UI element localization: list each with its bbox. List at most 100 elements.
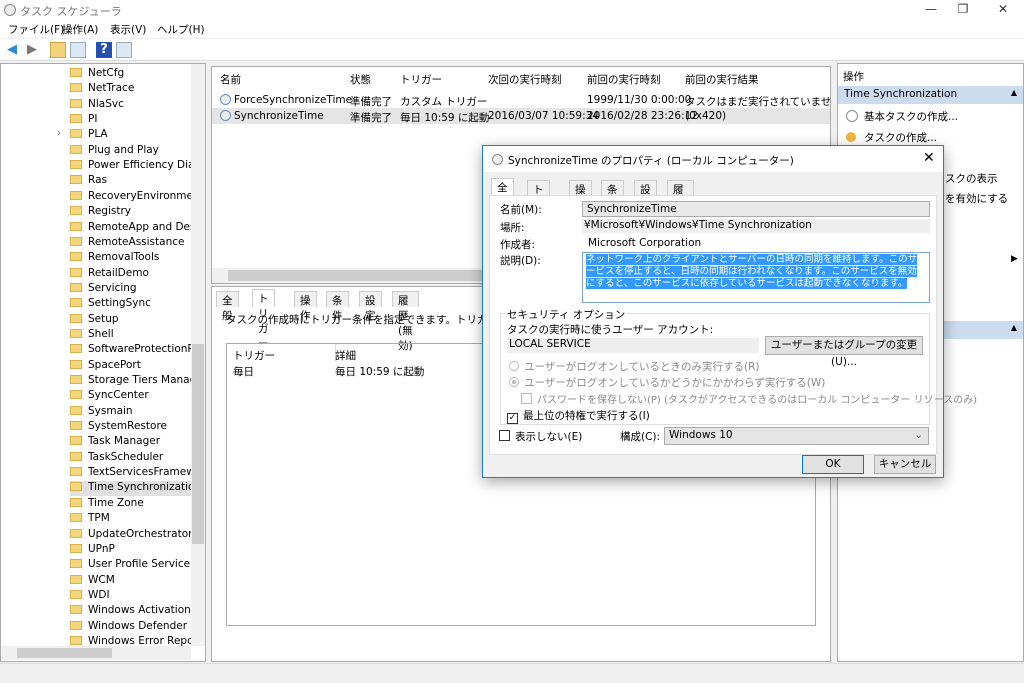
menu-view[interactable]: 表示(V) [110, 22, 146, 37]
action-show-tasks[interactable]: スクの表示 [945, 171, 998, 186]
task-icon [220, 94, 231, 105]
radio-run-whether-logged-on[interactable]: ユーザーがログオンしているかどうかにかかわらず実行する(W) [509, 375, 825, 390]
tree-item[interactable]: RetailDemo [70, 267, 192, 282]
column-header[interactable]: トリガー [400, 72, 442, 87]
tree-horizontal-scrollbar[interactable] [1, 646, 191, 660]
tab-5[interactable]: 履歴 (無効) [392, 291, 419, 352]
tree-item[interactable]: UpdateOrchestrator [70, 528, 192, 543]
submenu-arrow-icon[interactable]: ▶ [1011, 254, 1018, 264]
trigger-row-detail[interactable]: 毎日 10:59 に起動 [335, 364, 424, 379]
tree-item[interactable]: Ras [70, 174, 192, 189]
tab-0[interactable]: 全般 [491, 178, 514, 209]
tab-2[interactable]: 操作 [569, 180, 592, 211]
task-row[interactable]: SynchronizeTime 準備完了 毎日 10:59 に起動 2016/03/0… [212, 108, 830, 124]
checkbox-hidden[interactable]: 表示しない(E) [499, 429, 582, 444]
close-button[interactable]: ✕ [988, 2, 1018, 16]
tree-item[interactable]: Servicing [70, 282, 192, 297]
name-field[interactable]: SynchronizeTime [582, 201, 930, 217]
tree-item[interactable]: Time Synchronization [70, 481, 192, 497]
checkbox-no-password[interactable]: パスワードを保存しない(P) (タスクがアクセスできるのはローカル コンピュータ… [521, 391, 977, 406]
tree-item[interactable]: TPM [70, 512, 192, 527]
tree-item[interactable]: RemoteAssistance [70, 236, 192, 251]
maximize-button[interactable]: ❐ [948, 2, 978, 16]
collapse-icon[interactable]: ▲ [1011, 88, 1017, 97]
change-user-button[interactable]: ユーザーまたはグループの変更(U)... [765, 336, 923, 368]
tab-5[interactable]: 履歴 (無効) [667, 180, 694, 241]
tree-item[interactable]: NlaSvc [70, 98, 192, 113]
config-select[interactable]: Windows 10 ⌄ [664, 427, 929, 445]
menu-help[interactable]: ヘルプ(H) [157, 22, 205, 37]
tree-item[interactable]: RecoveryEnvironment [70, 190, 192, 205]
tree-item[interactable]: PLA [70, 128, 192, 143]
tree-item[interactable]: Setup [70, 313, 192, 328]
tree-item[interactable]: SettingSync [70, 297, 192, 312]
tab-3[interactable]: 条件 [601, 180, 624, 211]
tree-vertical-scrollbar[interactable] [191, 64, 205, 646]
ok-button[interactable]: OK [802, 455, 864, 474]
tree-item[interactable]: SystemRestore [70, 420, 192, 435]
tree-item[interactable]: Registry [70, 205, 192, 220]
help-icon[interactable]: ? [96, 42, 112, 58]
tab-1[interactable]: トリガー [252, 289, 275, 350]
tab-4[interactable]: 設定 [359, 291, 382, 322]
action-create-basic-task[interactable]: 基本タスクの作成... [864, 109, 958, 124]
tree-item[interactable]: Shell [70, 328, 192, 343]
show-hide-action-pane-icon[interactable] [116, 42, 132, 58]
tree-item[interactable]: WDI [70, 589, 192, 604]
tab-1[interactable]: トリガー [527, 180, 550, 241]
collapse-icon[interactable]: ▲ [1011, 323, 1017, 332]
tree-item[interactable]: SpacePort [70, 359, 192, 374]
column-header[interactable]: 前回の実行時刻 [587, 72, 661, 87]
scroll-thumb[interactable] [192, 344, 204, 544]
column-header[interactable]: 状態 [350, 72, 371, 87]
tree-item[interactable]: Sysmain [70, 405, 192, 420]
tree-item[interactable]: RemoteApp and Deskto [70, 221, 192, 236]
tree-item[interactable]: UPnP [70, 543, 192, 558]
tree-item[interactable]: Time Zone [70, 497, 192, 512]
actions-section-time-sync[interactable]: Time Synchronization ▲ [838, 86, 1023, 104]
task-row[interactable]: ForceSynchronizeTime 準備完了 カスタム トリガー 1999/11… [212, 92, 830, 108]
dialog-close-button[interactable]: ✕ [923, 150, 935, 166]
column-trigger[interactable]: トリガー [233, 348, 275, 363]
minimize-button[interactable]: — [916, 2, 946, 16]
checkbox-highest-privileges[interactable]: ✓ 最上位の特権で実行する(I) [507, 408, 650, 424]
tree-item[interactable]: TaskScheduler [70, 451, 192, 466]
tree-item[interactable]: Plug and Play [70, 144, 192, 159]
cancel-button[interactable]: キャンセル [874, 455, 936, 474]
column-detail[interactable]: 詳細 [335, 348, 356, 363]
tree-item[interactable]: TextServicesFramework [70, 466, 192, 481]
tab-4[interactable]: 設定 [634, 180, 657, 211]
tree-item[interactable]: SyncCenter [70, 389, 192, 404]
tree-item[interactable]: Windows Defender [70, 620, 192, 635]
description-field[interactable]: ネットワーク上のクライアントとサーバーの日時の同期を維持します。このサービスを停… [582, 252, 930, 303]
column-header[interactable]: 次回の実行時刻 [488, 72, 562, 87]
scroll-thumb[interactable] [17, 648, 112, 658]
tree-item[interactable]: Windows Activation Te [70, 604, 192, 619]
menu-action[interactable]: 操作(A) [62, 22, 98, 37]
show-hide-tree-icon[interactable] [70, 42, 86, 58]
tree-item[interactable]: NetTrace [70, 82, 192, 97]
radio-run-logged-on[interactable]: ユーザーがログオンしているときのみ実行する(R) [509, 359, 759, 374]
tree-item[interactable]: Storage Tiers Managem [70, 374, 192, 389]
forward-arrow-icon[interactable]: ▶ [24, 42, 40, 58]
tree-item[interactable]: NetCfg [70, 67, 192, 82]
expand-chevron-icon[interactable]: › [57, 127, 61, 139]
tab-3[interactable]: 条件 [326, 291, 349, 322]
tab-2[interactable]: 操作 [294, 291, 317, 322]
tree-item[interactable]: User Profile Service [70, 558, 192, 573]
action-enable-history[interactable]: を有効にする [945, 191, 1008, 206]
tree-item[interactable]: PI [70, 113, 192, 128]
up-folder-icon[interactable] [50, 42, 66, 58]
tree-item[interactable]: SoftwareProtectionPlat [70, 343, 192, 358]
tree-item[interactable]: Task Manager [70, 435, 192, 450]
back-arrow-icon[interactable]: ◀ [4, 42, 20, 58]
action-create-task[interactable]: タスクの作成... [864, 130, 937, 145]
trigger-row-type[interactable]: 毎日 [233, 364, 254, 379]
tab-0[interactable]: 全般 [216, 291, 239, 322]
column-header[interactable]: 前回の実行結果 [685, 72, 759, 87]
tree-item[interactable]: RemovalTools [70, 251, 192, 266]
tree-item[interactable]: Power Efficiency Diagn [70, 159, 192, 174]
menu-file[interactable]: ファイル(F) [8, 22, 64, 37]
column-header[interactable]: 名前 [220, 72, 241, 87]
tree-item[interactable]: WCM [70, 574, 192, 589]
